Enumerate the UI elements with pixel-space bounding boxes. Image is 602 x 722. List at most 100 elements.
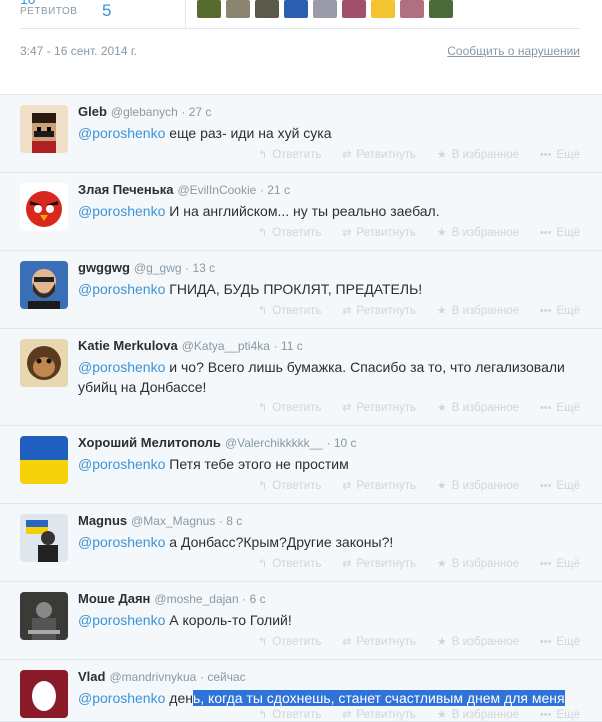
retweeter-avatar[interactable] (342, 0, 366, 18)
favorite-button[interactable]: ★ В избранное (437, 635, 519, 649)
tweet-time[interactable]: · 6 с (242, 592, 265, 606)
tweet[interactable]: Хороший Мелитополь @Valerchikkkkk__ · 10 … (0, 426, 602, 504)
retweeter-avatar[interactable] (313, 0, 337, 18)
more-dots-icon: ••• (539, 708, 552, 721)
user-fullname[interactable]: Katie Merkulova (78, 338, 178, 353)
ukraine-flag-icon[interactable] (20, 436, 68, 484)
tweet-text: @poroshenko день, когда ты сдохнешь, ста… (78, 688, 588, 708)
tweet-time[interactable]: · 10 с (327, 436, 357, 450)
tweet-time[interactable]: · 13 с (185, 261, 215, 275)
mention-link[interactable]: @poroshenko (78, 359, 165, 375)
retweet-button[interactable]: ⇄ Ретвитнуть (342, 708, 416, 722)
reply-button[interactable]: ↰ Ответить (258, 148, 321, 162)
bearded-man-icon[interactable] (20, 261, 68, 309)
retweet-button[interactable]: ⇄ Ретвитнуть (342, 635, 416, 649)
soldier-icon[interactable] (20, 592, 68, 640)
retweeter-avatar[interactable] (284, 0, 308, 18)
more-button[interactable]: ••• Ещё (540, 708, 580, 721)
favorite-button[interactable]: ★ В избранное (437, 148, 519, 162)
favorite-button[interactable]: ★ В избранное (437, 708, 519, 722)
tweet-body: ГНИДА, БУДЬ ПРОКЛЯТ, ПРЕДАТЕЛЬ! (165, 281, 423, 297)
more-button[interactable]: ••• Ещё (540, 401, 580, 414)
user-fullname[interactable]: gwggwg (78, 260, 130, 275)
egg-icon[interactable] (20, 670, 68, 718)
tweet[interactable]: Gleb @glebanych · 27 с @poroshenko еще раз… (0, 95, 602, 173)
tweet[interactable]: Злая Печенька @EvilInCookie · 21 с @porosh… (0, 173, 602, 251)
tweet-header: Katie Merkulova @Katya__pti4ka · 11 с (78, 338, 303, 353)
reply-button[interactable]: ↰ Ответить (258, 635, 322, 649)
user-handle[interactable]: @mandrivnykua (109, 670, 196, 684)
retweets-count[interactable]: 5 (102, 1, 111, 21)
favorite-button[interactable]: ★ В избранное (437, 226, 519, 240)
retweet-button[interactable]: ⇄ Ретвитнуть (342, 479, 416, 493)
tweet[interactable]: gwggwg @g_gwg · 13 с @poroshenko ГНИДА, БУ… (0, 251, 602, 329)
more-button[interactable]: ••• Ещё (540, 635, 580, 648)
favorite-button[interactable]: ★ В избранное (437, 401, 519, 415)
user-fullname[interactable]: Хороший Мелитополь (78, 435, 221, 450)
user-handle[interactable]: @moshe_dajan (154, 592, 238, 606)
mention-link[interactable]: @poroshenko (78, 203, 165, 219)
tweet[interactable]: Vlad @mandrivnykua · сейчас @poroshenko де… (0, 660, 602, 722)
more-button[interactable]: ••• Ещё (540, 226, 580, 239)
user-handle[interactable]: @Max_Magnus (131, 514, 215, 528)
user-fullname[interactable]: Vlad (78, 669, 105, 684)
user-handle[interactable]: @Valerchikkkkk__ (225, 436, 323, 450)
mention-link[interactable]: @poroshenko (78, 456, 165, 472)
person-flag-icon[interactable] (20, 514, 68, 562)
user-fullname[interactable]: Моше Даян (78, 591, 150, 606)
mention-link[interactable]: @poroshenko (78, 534, 165, 550)
tweet[interactable]: Magnus @Max_Magnus · 8 с @poroshenko а Дон… (0, 504, 602, 582)
more-button[interactable]: ••• Ещё (540, 479, 580, 492)
tweet-actions: ↰ Ответить ⇄ Ретвитнуть ★ В избранное ••• Ещё (258, 148, 580, 162)
user-handle[interactable]: @glebanych (111, 105, 178, 119)
stats-divider (185, 0, 186, 28)
user-fullname[interactable]: Gleb (78, 104, 107, 119)
tweet-time[interactable]: · 8 с (219, 514, 242, 528)
reply-button[interactable]: ↰ Ответить (258, 708, 321, 722)
reply-button[interactable]: ↰ Ответить (258, 479, 321, 493)
retweet-button[interactable]: ⇄ Ретвитнуть (342, 557, 416, 571)
user-handle[interactable]: @g_gwg (134, 261, 182, 275)
mention-link[interactable]: @poroshenko (78, 690, 165, 706)
favorite-button[interactable]: ★ В избранное (437, 557, 519, 571)
mention-link[interactable]: @poroshenko (78, 125, 165, 141)
retweeter-avatar[interactable] (226, 0, 250, 18)
user-fullname[interactable]: Злая Печенька (78, 182, 173, 197)
reply-button[interactable]: ↰ Ответить (258, 304, 321, 318)
more-button[interactable]: ••• Ещё (540, 557, 580, 570)
user-fullname[interactable]: Magnus (78, 513, 127, 528)
retweet-button[interactable]: ⇄ Ретвитнуть (342, 148, 416, 162)
retweet-button[interactable]: ⇄ Ретвитнуть (342, 401, 416, 415)
reply-button[interactable]: ↰ Ответить (258, 401, 321, 415)
angry-bird-icon[interactable] (20, 183, 68, 231)
tweet-time[interactable]: · сейчас (200, 670, 246, 684)
retweeter-avatar[interactable] (197, 0, 221, 18)
mention-link[interactable]: @poroshenko (78, 612, 165, 628)
retweeter-avatar[interactable] (371, 0, 395, 18)
retweet-label: Ретвитнуть (356, 304, 417, 317)
more-button[interactable]: ••• Ещё (540, 148, 580, 161)
retweet-button[interactable]: ⇄ Ретвитнуть (342, 226, 416, 240)
monkey-icon[interactable] (20, 339, 68, 387)
mention-link[interactable]: @poroshenko (78, 281, 165, 297)
reply-button[interactable]: ↰ Ответить (258, 557, 321, 571)
favorite-button[interactable]: ★ В избранное (437, 479, 519, 493)
tweet-time[interactable]: · 21 с (260, 183, 290, 197)
retweeter-avatar[interactable] (400, 0, 424, 18)
tweet[interactable]: Моше Даян @moshe_dajan · 6 с @poroshenko А… (0, 582, 602, 660)
reply-icon: ↰ (258, 480, 268, 492)
retweeter-avatar[interactable] (429, 0, 453, 18)
tweet-time[interactable]: · 11 с (274, 339, 303, 353)
user-handle[interactable]: @EvilInCookie (177, 183, 256, 197)
reply-button[interactable]: ↰ Ответить (258, 226, 321, 240)
tweet[interactable]: Katie Merkulova @Katya__pti4ka · 11 с @por… (0, 329, 602, 426)
pixel-face-icon[interactable] (20, 105, 68, 153)
reply-label: Ответить (272, 635, 322, 648)
favorite-button[interactable]: ★ В избранное (437, 304, 519, 318)
retweeter-avatar[interactable] (255, 0, 279, 18)
user-handle[interactable]: @Katya__pti4ka (182, 339, 270, 353)
tweet-time[interactable]: · 27 с (181, 105, 211, 119)
more-button[interactable]: ••• Ещё (540, 304, 580, 317)
report-link[interactable]: Сообщить о нарушении (447, 44, 580, 58)
retweet-button[interactable]: ⇄ Ретвитнуть (342, 304, 417, 318)
